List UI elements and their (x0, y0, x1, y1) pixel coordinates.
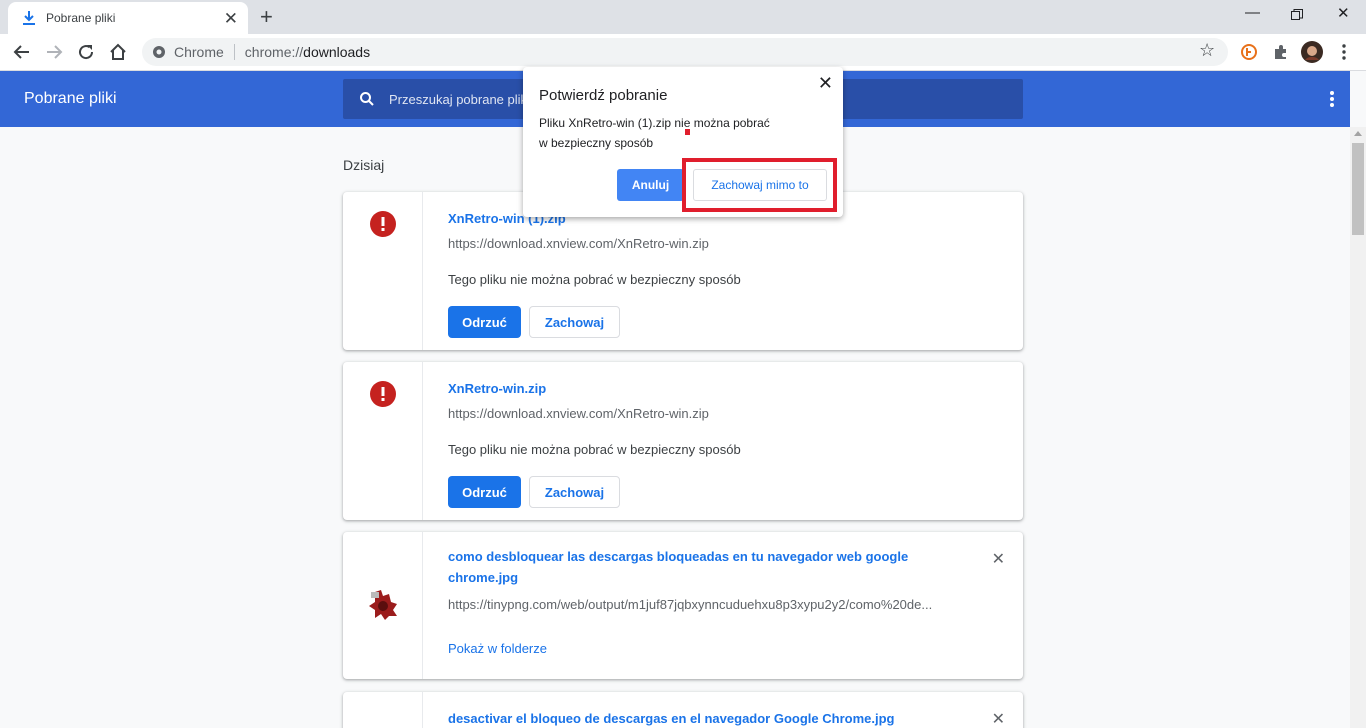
browser-toolbar: Chrome chrome://downloads ☆ (0, 34, 1366, 71)
tab-strip: Pobrane pliki ✕ + — ✕ (0, 0, 1366, 34)
omnibox-separator (233, 44, 235, 60)
chrome-icon (153, 46, 165, 58)
home-icon[interactable] (108, 42, 128, 62)
file-name-link[interactable]: desactivar el bloqueo de descargas en el… (448, 711, 894, 726)
omnibox-chip: Chrome (174, 44, 224, 60)
search-placeholder: Przeszukaj pobrane pliki (389, 91, 530, 107)
file-icon-column (343, 692, 423, 728)
download-item: XnRetro-win.zip https://download.xnview.… (343, 362, 1023, 520)
cancel-button[interactable]: Anuluj (617, 169, 684, 201)
discard-button[interactable]: Odrzuć (448, 306, 521, 338)
download-item: desactivar el bloqueo de descargas en el… (343, 692, 1023, 728)
tab-title: Pobrane pliki (46, 11, 116, 25)
file-url: https://tinypng.com/web/output/m1juf87jq… (448, 597, 933, 612)
browser-menu-icon[interactable] (1334, 42, 1354, 62)
url-host: downloads (303, 44, 371, 60)
page-title: Pobrane pliki (24, 90, 117, 107)
file-name-link[interactable]: XnRetro-win.zip (448, 381, 546, 396)
danger-icon (370, 381, 396, 407)
scrollbar-thumb[interactable] (1352, 143, 1364, 235)
remove-item-icon[interactable]: ✕ (992, 549, 1005, 569)
dialog-message-continued: w bezpieczny sposób (539, 136, 654, 150)
file-url: https://download.xnview.com/XnRetro-win.… (448, 406, 709, 421)
annotation-dot (685, 129, 690, 135)
file-name-link[interactable]: como desbloquear las descargas bloqueada… (448, 546, 948, 588)
minimize-icon[interactable]: — (1245, 4, 1260, 21)
back-icon[interactable] (12, 42, 32, 62)
scrollbar[interactable] (1350, 127, 1366, 728)
danger-warning: Tego pliku nie można pobrać w bezpieczny… (448, 272, 741, 287)
close-window-icon[interactable]: ✕ (1337, 4, 1350, 22)
show-in-folder-link[interactable]: Pokaż w folderze (448, 641, 547, 656)
new-tab-icon[interactable]: + (260, 4, 273, 30)
scroll-up-icon[interactable] (1354, 131, 1362, 136)
file-url: https://download.xnview.com/XnRetro-win.… (448, 236, 709, 251)
search-icon (360, 92, 374, 106)
file-icon-column (343, 532, 423, 679)
keep-button[interactable]: Zachowaj (529, 476, 620, 508)
highlight-box (682, 158, 837, 212)
discard-button[interactable]: Odrzuć (448, 476, 521, 508)
more-options-icon[interactable] (1325, 89, 1339, 109)
avatar[interactable] (1301, 41, 1323, 63)
address-bar[interactable]: Chrome chrome://downloads (142, 38, 1228, 66)
forward-icon[interactable] (44, 42, 64, 62)
remove-item-icon[interactable]: ✕ (992, 709, 1005, 728)
tab-downloads[interactable]: Pobrane pliki ✕ (8, 2, 248, 34)
bookmark-star-icon[interactable]: ☆ (1199, 40, 1219, 60)
dialog-close-icon[interactable]: ✕ (818, 73, 833, 94)
section-label: Dzisiaj (343, 157, 385, 173)
dialog-title: Potwierdź pobranie (539, 87, 668, 104)
restore-icon[interactable] (1291, 9, 1303, 21)
tab-close-icon[interactable]: ✕ (224, 10, 238, 27)
keep-button[interactable]: Zachowaj (529, 306, 620, 338)
danger-warning: Tego pliku nie można pobrać w bezpieczny… (448, 442, 741, 457)
dialog-message: Pliku XnRetro-win (1).zip nie można pobr… (539, 116, 770, 130)
download-icon (23, 11, 35, 25)
extension-badge-icon[interactable] (1239, 42, 1259, 62)
file-icon-column (343, 362, 423, 520)
file-icon-column (343, 192, 423, 350)
danger-icon (370, 211, 396, 237)
download-item: como desbloquear las descargas bloqueada… (343, 532, 1023, 679)
url-scheme: chrome:// (244, 44, 304, 60)
extensions-puzzle-icon[interactable] (1271, 42, 1291, 62)
reload-icon[interactable] (76, 42, 96, 62)
image-file-icon (369, 590, 397, 620)
